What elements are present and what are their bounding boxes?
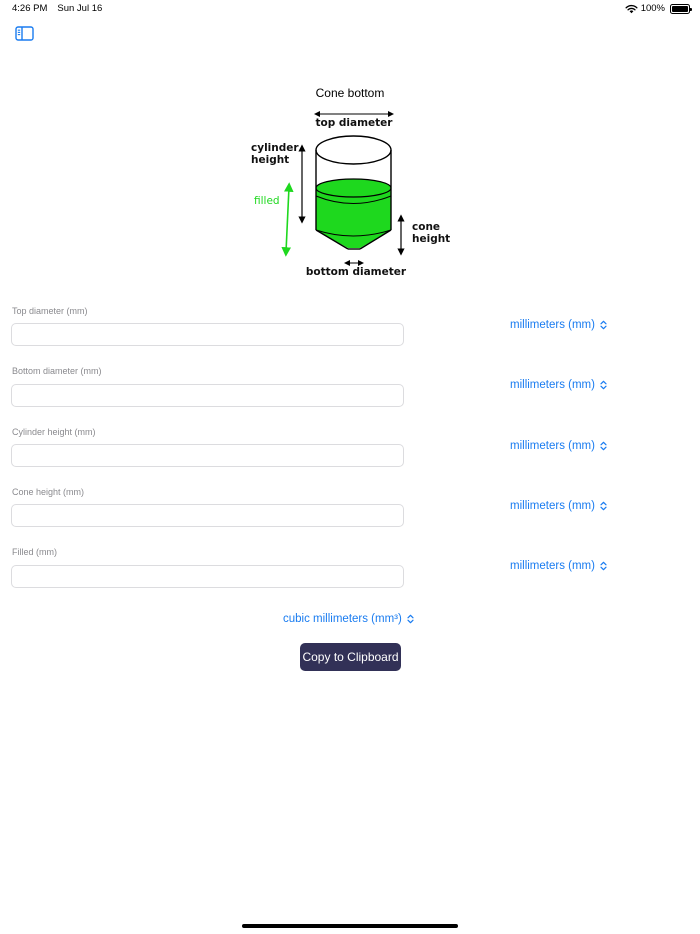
screen: 4:26 PM Sun Jul 16 100% Cone bottom top … [0, 0, 700, 934]
chevron-up-down-icon [600, 501, 607, 511]
filled-arrow [281, 182, 294, 257]
home-indicator [242, 924, 458, 928]
chevron-up-down-icon [600, 320, 607, 330]
bottom-diameter-unit-label: millimeters (mm) [510, 379, 595, 391]
cylinder-height-field-label: Cylinder height (mm) [12, 427, 96, 437]
cone-height-unit-label: millimeters (mm) [510, 500, 595, 512]
page-title: Cone bottom [315, 86, 385, 100]
top-diameter-field-label: Top diameter (mm) [12, 306, 88, 316]
cone-height-unit-picker[interactable]: millimeters (mm) [510, 500, 607, 512]
wifi-icon [625, 4, 638, 13]
copy-to-clipboard-button[interactable]: Copy to Clipboard [300, 643, 401, 671]
status-bar: 4:26 PM Sun Jul 16 100% [0, 0, 700, 18]
filled-label: filled [254, 195, 280, 207]
cone-bottom-diagram: top diameter cylinder height filled cone… [251, 111, 450, 278]
cylinder-height-unit-picker[interactable]: millimeters (mm) [510, 440, 607, 452]
cone-height-field-label: Cone height (mm) [12, 487, 85, 497]
filled-unit-label: millimeters (mm) [510, 560, 595, 572]
cylinder-height-input[interactable] [11, 444, 404, 467]
top-diameter-input[interactable] [11, 323, 404, 346]
top-diameter-label: top diameter [316, 117, 394, 129]
cone-height-label-2: height [412, 233, 450, 245]
chevron-up-down-icon [407, 614, 414, 624]
status-date: Sun Jul 16 [57, 3, 103, 14]
battery-percent: 100% [640, 3, 665, 14]
chevron-up-down-icon [600, 561, 607, 571]
filled-unit-picker[interactable]: millimeters (mm) [510, 560, 607, 572]
cylinder-height-label-1: cylinder [251, 142, 299, 154]
sidebar-toggle-icon[interactable] [15, 26, 34, 42]
bottom-diameter-input[interactable] [11, 384, 404, 407]
bottom-diameter-label: bottom diameter [306, 266, 407, 278]
bottom-diameter-field-label: Bottom diameter (mm) [12, 366, 102, 376]
bottom-diameter-unit-picker[interactable]: millimeters (mm) [510, 379, 607, 391]
top-diameter-unit-label: millimeters (mm) [510, 319, 595, 331]
top-diameter-unit-picker[interactable]: millimeters (mm) [510, 319, 607, 331]
result-unit-picker[interactable]: cubic millimeters (mm³) [283, 613, 414, 625]
result-unit-label: cubic millimeters (mm³) [283, 613, 402, 625]
battery-icon [670, 3, 692, 14]
vessel-top [315, 135, 392, 165]
chevron-up-down-icon [600, 441, 607, 451]
filled-field-label: Filled (mm) [12, 547, 57, 557]
fill-surface [315, 178, 392, 198]
cylinder-height-label-2: height [251, 154, 289, 166]
cone-height-label-1: cone [412, 221, 440, 233]
cylinder-height-unit-label: millimeters (mm) [510, 440, 595, 452]
filled-input[interactable] [11, 565, 404, 588]
chevron-up-down-icon [600, 380, 607, 390]
status-time: 4:26 PM [12, 3, 48, 14]
cone-height-input[interactable] [11, 504, 404, 527]
